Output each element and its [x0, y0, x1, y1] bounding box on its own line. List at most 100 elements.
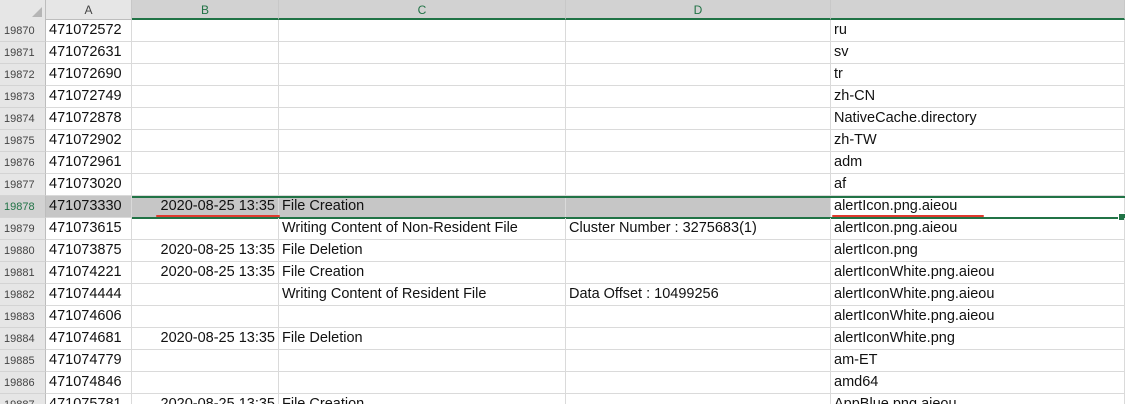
cell-b[interactable] [132, 42, 279, 64]
cell-e[interactable]: alertIcon.png.aieou [831, 218, 1125, 240]
cell-a[interactable]: 471072749 [46, 86, 132, 108]
cell-d[interactable] [566, 64, 831, 86]
cell-c[interactable]: Writing Content of Resident File [279, 284, 566, 306]
row-header[interactable]: 19878 [0, 196, 46, 218]
cell-d[interactable] [566, 372, 831, 394]
cell-d[interactable] [566, 108, 831, 130]
cell-e[interactable]: af [831, 174, 1125, 196]
cell-a[interactable]: 471074444 [46, 284, 132, 306]
cell-c[interactable]: File Creation [279, 394, 566, 404]
cell-e[interactable]: amd64 [831, 372, 1125, 394]
cell-b[interactable]: 2020-08-25 13:35 [132, 262, 279, 284]
cell-b[interactable]: 2020-08-25 13:35 [132, 394, 279, 404]
cell-c[interactable] [279, 86, 566, 108]
cell-d[interactable] [566, 328, 831, 350]
cell-d[interactable] [566, 42, 831, 64]
cell-c[interactable] [279, 174, 566, 196]
cell-b[interactable]: 2020-08-25 13:35 [132, 328, 279, 350]
cell-e[interactable]: alertIconWhite.png.aieou [831, 262, 1125, 284]
row-header[interactable]: 19873 [0, 86, 46, 108]
cell-d[interactable]: Data Offset : 10499256 [566, 284, 831, 306]
cell-c[interactable] [279, 130, 566, 152]
cell-b[interactable] [132, 350, 279, 372]
cell-b[interactable] [132, 218, 279, 240]
cell-a[interactable]: 471075781 [46, 394, 132, 404]
cell-e[interactable]: zh-TW [831, 130, 1125, 152]
cell-d[interactable] [566, 240, 831, 262]
column-header-b[interactable]: B [132, 0, 279, 20]
cell-a[interactable]: 471072902 [46, 130, 132, 152]
row-header[interactable]: 19880 [0, 240, 46, 262]
cell-b[interactable] [132, 108, 279, 130]
cell-a[interactable]: 471072690 [46, 64, 132, 86]
cell-b[interactable] [132, 86, 279, 108]
cell-e[interactable]: adm [831, 152, 1125, 174]
cell-b[interactable] [132, 130, 279, 152]
cell-c[interactable]: Writing Content of Non-Resident File [279, 218, 566, 240]
row-header[interactable]: 19875 [0, 130, 46, 152]
row-header[interactable]: 19883 [0, 306, 46, 328]
row-header[interactable]: 19886 [0, 372, 46, 394]
row-header[interactable]: 19881 [0, 262, 46, 284]
cell-d[interactable] [566, 350, 831, 372]
row-header[interactable]: 19872 [0, 64, 46, 86]
cell-c[interactable] [279, 372, 566, 394]
cell-a[interactable]: 471072572 [46, 20, 132, 42]
cell-b[interactable]: 2020-08-25 13:35 [132, 240, 279, 262]
cell-b[interactable] [132, 372, 279, 394]
cell-a[interactable]: 471073020 [46, 174, 132, 196]
cell-e[interactable]: alertIconWhite.png [831, 328, 1125, 350]
cell-e[interactable]: alertIconWhite.png.aieou [831, 306, 1125, 328]
cell-b[interactable] [132, 306, 279, 328]
row-header[interactable]: 19882 [0, 284, 46, 306]
cell-a[interactable]: 471074681 [46, 328, 132, 350]
cell-d[interactable] [566, 130, 831, 152]
cell-d[interactable] [566, 196, 831, 218]
cell-d[interactable] [566, 306, 831, 328]
cell-e[interactable]: AppBlue.png.aieou [831, 394, 1125, 404]
cell-e[interactable]: tr [831, 64, 1125, 86]
column-header-a[interactable]: A [46, 0, 132, 20]
column-header-e[interactable] [831, 0, 1125, 20]
cell-b[interactable] [132, 174, 279, 196]
cell-e[interactable]: NativeCache.directory [831, 108, 1125, 130]
cell-c[interactable] [279, 42, 566, 64]
cell-e[interactable]: zh-CN [831, 86, 1125, 108]
cell-b[interactable] [132, 284, 279, 306]
cell-a[interactable]: 471073615 [46, 218, 132, 240]
row-header[interactable]: 19870 [0, 20, 46, 42]
cell-a[interactable]: 471074779 [46, 350, 132, 372]
cell-c[interactable] [279, 20, 566, 42]
column-header-c[interactable]: C [279, 0, 566, 20]
cell-e[interactable]: am-ET [831, 350, 1125, 372]
cell-b[interactable] [132, 152, 279, 174]
cell-d[interactable] [566, 394, 831, 404]
cell-e[interactable]: alertIconWhite.png.aieou [831, 284, 1125, 306]
cell-a[interactable]: 471074606 [46, 306, 132, 328]
row-header[interactable]: 19887 [0, 394, 46, 404]
cell-e[interactable]: ru [831, 20, 1125, 42]
cell-c[interactable] [279, 350, 566, 372]
cell-b[interactable] [132, 64, 279, 86]
cell-d[interactable] [566, 152, 831, 174]
cell-d[interactable] [566, 174, 831, 196]
cell-a[interactable]: 471072961 [46, 152, 132, 174]
cell-d[interactable] [566, 262, 831, 284]
row-header[interactable]: 19871 [0, 42, 46, 64]
cell-b[interactable] [132, 20, 279, 42]
cell-d[interactable]: Cluster Number : 3275683(1) [566, 218, 831, 240]
cell-c[interactable] [279, 108, 566, 130]
cell-a[interactable]: 471072878 [46, 108, 132, 130]
cell-d[interactable] [566, 20, 831, 42]
cell-c[interactable]: File Creation [279, 262, 566, 284]
row-header[interactable]: 19884 [0, 328, 46, 350]
cell-a[interactable]: 471073330 [46, 196, 132, 218]
cell-a[interactable]: 471074221 [46, 262, 132, 284]
row-header[interactable]: 19876 [0, 152, 46, 174]
cell-d[interactable] [566, 86, 831, 108]
cell-a[interactable]: 471073875 [46, 240, 132, 262]
cell-a[interactable]: 471072631 [46, 42, 132, 64]
cell-c[interactable] [279, 64, 566, 86]
cell-c[interactable]: File Deletion [279, 328, 566, 350]
cell-c[interactable]: File Creation [279, 196, 566, 218]
